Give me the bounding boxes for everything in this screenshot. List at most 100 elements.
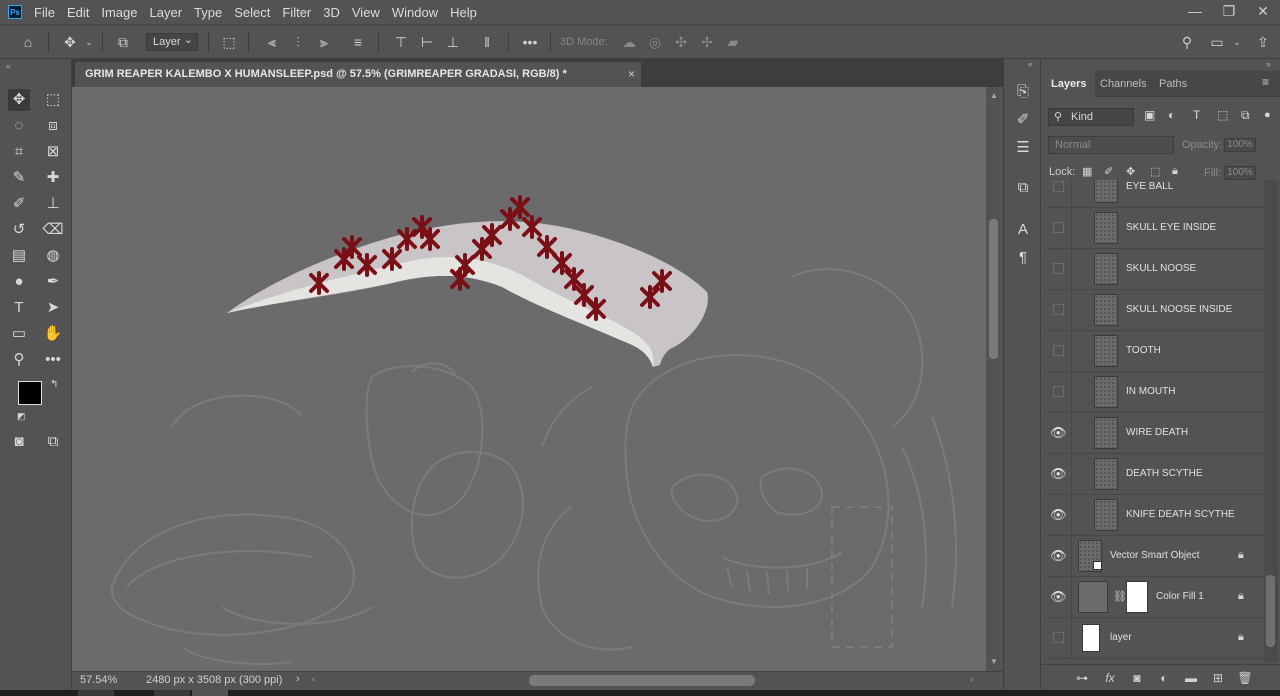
- 3d-roll-icon[interactable]: ◎: [646, 33, 664, 51]
- pen-tool-icon[interactable]: ✒: [42, 271, 64, 293]
- panel-menu-icon[interactable]: ≡: [1262, 75, 1269, 89]
- layer-mask-thumbnail[interactable]: [1126, 581, 1148, 613]
- menu-view[interactable]: View: [352, 5, 380, 20]
- rectangle-tool-icon[interactable]: ▭: [8, 323, 30, 345]
- menu-file[interactable]: File: [34, 5, 55, 20]
- minimize-button[interactable]: —: [1178, 0, 1212, 24]
- lasso-tool-icon[interactable]: ◌: [8, 115, 30, 137]
- collapse-icon[interactable]: «: [1028, 59, 1033, 69]
- layer-name[interactable]: IN MOUTH: [1126, 372, 1175, 412]
- new-group-icon[interactable]: ▬: [1183, 670, 1199, 686]
- status-menu-arrow[interactable]: ›: [296, 673, 300, 685]
- distribute-vertical-icon[interactable]: ≡: [349, 33, 367, 51]
- restore-button[interactable]: ❐: [1212, 0, 1246, 24]
- layer-thumbnail[interactable]: [1094, 458, 1118, 490]
- layer-name[interactable]: WIRE DEATH: [1126, 413, 1188, 453]
- align-right-icon[interactable]: ⫸: [315, 33, 333, 51]
- libraries-icon[interactable]: ⧉: [1012, 177, 1034, 199]
- menu-window[interactable]: Window: [392, 5, 438, 20]
- layer-thumbnail[interactable]: [1094, 212, 1118, 244]
- history-brush-tool-icon[interactable]: ↺: [8, 219, 30, 241]
- crop-tool-icon[interactable]: ⌗: [8, 141, 30, 163]
- visibility-toggle[interactable]: [1044, 618, 1072, 658]
- 3d-pan-icon[interactable]: ✣: [672, 33, 690, 51]
- chevron-down-icon[interactable]: ⌄: [84, 33, 94, 51]
- menu-select[interactable]: Select: [234, 5, 270, 20]
- visibility-toggle[interactable]: [1044, 290, 1072, 330]
- menu-filter[interactable]: Filter: [282, 5, 311, 20]
- align-top-icon[interactable]: ⊤: [392, 33, 410, 51]
- expand-icon[interactable]: »: [1266, 59, 1271, 69]
- scroll-up-icon[interactable]: ▲: [990, 91, 998, 100]
- zoom-level[interactable]: 57.54%: [80, 674, 117, 686]
- add-mask-icon[interactable]: ◙: [1129, 670, 1145, 686]
- layer-name[interactable]: Vector Smart Object: [1110, 536, 1199, 576]
- delete-layer-icon[interactable]: 🗑︎: [1237, 670, 1253, 686]
- zoom-tool-icon[interactable]: ⚲: [8, 349, 30, 371]
- dodge-tool-icon[interactable]: ●: [8, 271, 30, 293]
- close-tab-icon[interactable]: ×: [628, 62, 635, 87]
- color-fill-thumbnail[interactable]: [1078, 581, 1108, 613]
- close-window-button[interactable]: ✕: [1246, 0, 1280, 24]
- tab-layers[interactable]: Layers: [1042, 71, 1096, 97]
- align-middle-icon[interactable]: ⊢: [418, 33, 436, 51]
- layer-name[interactable]: KNIFE DEATH SCYTHE: [1126, 495, 1235, 535]
- visibility-toggle[interactable]: [1044, 180, 1072, 207]
- filter-smart-object-icon[interactable]: ⧉: [1241, 108, 1250, 123]
- adjustment-layer-icon[interactable]: ◐: [1156, 670, 1172, 686]
- scroll-right-icon[interactable]: ›: [970, 674, 973, 684]
- visibility-toggle[interactable]: [1044, 208, 1072, 248]
- scroll-thumb[interactable]: [989, 219, 998, 359]
- character-icon[interactable]: A: [1012, 219, 1034, 241]
- menu-help[interactable]: Help: [450, 5, 477, 20]
- healing-brush-tool-icon[interactable]: ✚: [42, 167, 64, 189]
- hand-tool-icon[interactable]: ✋: [42, 323, 64, 345]
- layers-scrollbar[interactable]: [1264, 180, 1278, 662]
- stamp-tool-icon[interactable]: ⊥: [42, 193, 64, 215]
- lock-transparent-icon[interactable]: ▦: [1082, 165, 1092, 178]
- visibility-toggle[interactable]: 👁︎: [1044, 577, 1072, 617]
- layer-row[interactable]: IN MOUTH: [1044, 372, 1264, 413]
- layer-name[interactable]: SKULL NOOSE: [1126, 249, 1196, 289]
- mask-link-icon[interactable]: ⛓︎: [1113, 590, 1127, 603]
- distribute-horizontal-icon[interactable]: ‖: [478, 33, 496, 51]
- share-icon[interactable]: ⇪: [1254, 33, 1272, 51]
- filter-shape-icon[interactable]: ⬚: [1217, 108, 1228, 122]
- move-tool-icon[interactable]: ✥: [61, 33, 79, 51]
- visibility-toggle[interactable]: 👁︎: [1044, 454, 1072, 494]
- layer-row[interactable]: SKULL EYE INSIDE: [1044, 208, 1264, 249]
- screen-mode-icon[interactable]: ⧉: [42, 431, 64, 453]
- filter-kind-dropdown[interactable]: Kind: [1048, 108, 1134, 126]
- layer-thumbnail[interactable]: [1094, 253, 1118, 285]
- smart-object-thumbnail[interactable]: [1078, 540, 1102, 572]
- layer-thumbnail[interactable]: [1094, 294, 1118, 326]
- edit-toolbar-icon[interactable]: •••: [42, 349, 64, 371]
- auto-select-dropdown[interactable]: Layer: [146, 32, 198, 51]
- gradient-tool-icon[interactable]: ▤: [8, 245, 30, 267]
- transform-controls-icon[interactable]: ⬚: [220, 33, 238, 51]
- filter-pixel-icon[interactable]: ▣: [1144, 108, 1155, 122]
- document-tab[interactable]: GRIM REAPER KALEMBO X HUMANSLEEP.psd @ 5…: [75, 62, 641, 87]
- layer-row[interactable]: 👁︎ DEATH SCYTHE: [1044, 454, 1264, 495]
- layer-row[interactable]: 👁︎ Vector Smart Object 🔒︎: [1044, 536, 1264, 577]
- swap-colors-icon[interactable]: ↰: [50, 379, 58, 390]
- collapse-icon[interactable]: «: [6, 61, 11, 71]
- type-tool-icon[interactable]: T: [8, 297, 30, 319]
- align-bottom-icon[interactable]: ⊥: [444, 33, 462, 51]
- layer-name[interactable]: EYE BALL: [1126, 180, 1173, 207]
- layer-row[interactable]: EYE BALL: [1044, 180, 1264, 208]
- fx-icon[interactable]: fx: [1102, 670, 1118, 686]
- layer-thumbnail[interactable]: [1094, 180, 1118, 203]
- layer-thumbnail[interactable]: [1082, 624, 1100, 652]
- more-options-icon[interactable]: •••: [521, 33, 539, 51]
- lock-artboard-icon[interactable]: ⬚: [1150, 165, 1160, 178]
- scroll-thumb[interactable]: [1266, 575, 1275, 647]
- adjustments-icon[interactable]: ☰: [1012, 137, 1034, 159]
- menu-type[interactable]: Type: [194, 5, 222, 20]
- layer-name[interactable]: TOOTH: [1126, 331, 1161, 371]
- eraser-tool-icon[interactable]: ⌫: [42, 219, 64, 241]
- layer-thumbnail[interactable]: [1094, 376, 1118, 408]
- menu-edit[interactable]: Edit: [67, 5, 89, 20]
- visibility-toggle[interactable]: [1044, 372, 1072, 412]
- layer-name[interactable]: Color Fill 1: [1156, 577, 1204, 617]
